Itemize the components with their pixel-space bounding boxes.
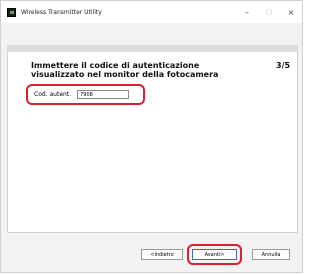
wizard-panel — [7, 52, 298, 233]
next-button-highlight — [187, 244, 242, 265]
title-bar: Wireless Transmitter Utility – □ × — [1, 1, 302, 23]
app-icon — [7, 7, 16, 17]
maximize-button[interactable]: □ — [258, 1, 280, 23]
window-controls: – □ × — [236, 1, 302, 23]
panel-header-band — [7, 45, 298, 52]
cancel-button[interactable]: Annulla — [252, 249, 290, 260]
instruction-text: Immettere il codice di autenticazione vi… — [31, 61, 219, 79]
window-title: Wireless Transmitter Utility — [21, 8, 102, 16]
close-button[interactable]: × — [280, 1, 302, 23]
step-indicator: 3/5 — [276, 61, 291, 70]
minimize-button[interactable]: – — [236, 1, 258, 23]
back-button[interactable]: <Indietro — [141, 249, 183, 260]
app-window: Wireless Transmitter Utility – □ × Immet… — [0, 0, 303, 273]
auth-code-highlight — [26, 84, 145, 105]
